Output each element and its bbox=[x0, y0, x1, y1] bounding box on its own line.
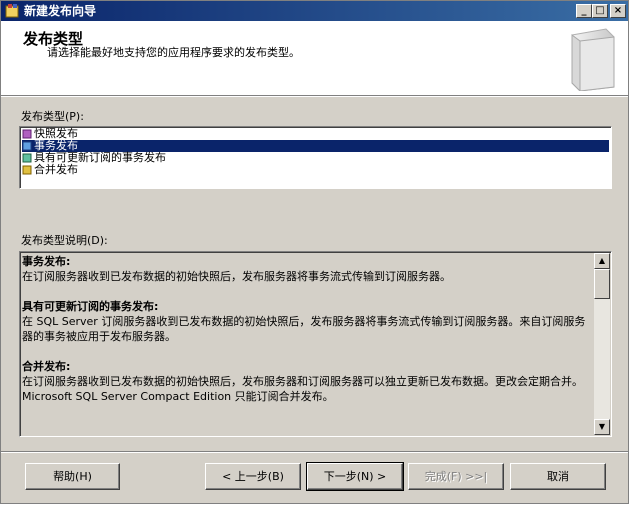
section-text: 在订阅服务器收到已发布数据的初始快照后，发布服务器将事务流式传输到订阅服务器。 bbox=[22, 270, 451, 283]
title-bar[interactable]: 新建发布向导 _ □ × bbox=[1, 1, 628, 21]
publication-type-list[interactable]: 快照发布 事务发布 具有可更新订阅的事务发布 合并发布 bbox=[19, 126, 612, 189]
section-text: 在订阅服务器收到已发布数据的初始快照后，发布服务器和订阅服务器可以独立更新已发布… bbox=[22, 375, 583, 403]
close-button[interactable]: × bbox=[610, 4, 626, 18]
header-separator bbox=[1, 96, 628, 97]
footer-separator bbox=[1, 451, 628, 453]
description-scrollbar[interactable]: ▲ ▼ bbox=[594, 253, 610, 435]
list-item-merge[interactable]: 合并发布 bbox=[22, 164, 609, 176]
description-box[interactable]: 事务发布: 在订阅服务器收到已发布数据的初始快照后，发布服务器将事务流式传输到订… bbox=[19, 251, 612, 437]
window-title: 新建发布向导 bbox=[24, 4, 97, 18]
help-button[interactable]: 帮助(H) bbox=[25, 463, 120, 490]
snapshot-publication-icon bbox=[22, 129, 32, 139]
back-button[interactable]: < 上一步(B) bbox=[205, 463, 301, 490]
wizard-header: 发布类型 请选择能最好地支持您的应用程序要求的发布类型。 bbox=[1, 21, 628, 96]
scroll-down-icon[interactable]: ▼ bbox=[594, 419, 610, 435]
transactional-publication-icon bbox=[22, 141, 32, 151]
merge-publication-icon bbox=[22, 165, 32, 175]
wizard-book-icon bbox=[571, 28, 615, 91]
description-content: 事务发布: 在订阅服务器收到已发布数据的初始快照后，发布服务器将事务流式传输到订… bbox=[22, 254, 590, 419]
next-button[interactable]: 下一步(N) > bbox=[306, 462, 404, 491]
scroll-up-icon[interactable]: ▲ bbox=[594, 253, 610, 269]
description-label: 发布类型说明(D): bbox=[21, 234, 108, 247]
section-heading: 事务发布: bbox=[22, 255, 71, 268]
wizard-app-icon bbox=[5, 4, 19, 18]
updatable-transactional-publication-icon bbox=[22, 153, 32, 163]
scroll-thumb[interactable] bbox=[594, 269, 610, 299]
page-subtitle: 请选择能最好地支持您的应用程序要求的发布类型。 bbox=[47, 46, 300, 59]
wizard-window: 新建发布向导 _ □ × 发布类型 请选择能最好地支持您的应用程序要求的发布类型… bbox=[0, 0, 629, 504]
publication-type-label: 发布类型(P): bbox=[21, 110, 84, 123]
section-text: 在 SQL Server 订阅服务器收到已发布数据的初始快照后，发布服务器将事务… bbox=[22, 315, 586, 343]
finish-button[interactable]: 完成(F) >>| bbox=[408, 463, 504, 490]
maximize-button[interactable]: □ bbox=[592, 4, 608, 18]
section-heading: 合并发布: bbox=[22, 360, 71, 373]
cancel-button[interactable]: 取消 bbox=[510, 463, 606, 490]
list-item-label: 合并发布 bbox=[34, 163, 78, 176]
list-item-updatable-transactional[interactable]: 具有可更新订阅的事务发布 bbox=[22, 152, 609, 164]
section-heading: 具有可更新订阅的事务发布: bbox=[22, 300, 159, 313]
list-item-snapshot[interactable]: 快照发布 bbox=[22, 128, 609, 140]
minimize-button[interactable]: _ bbox=[576, 4, 592, 18]
